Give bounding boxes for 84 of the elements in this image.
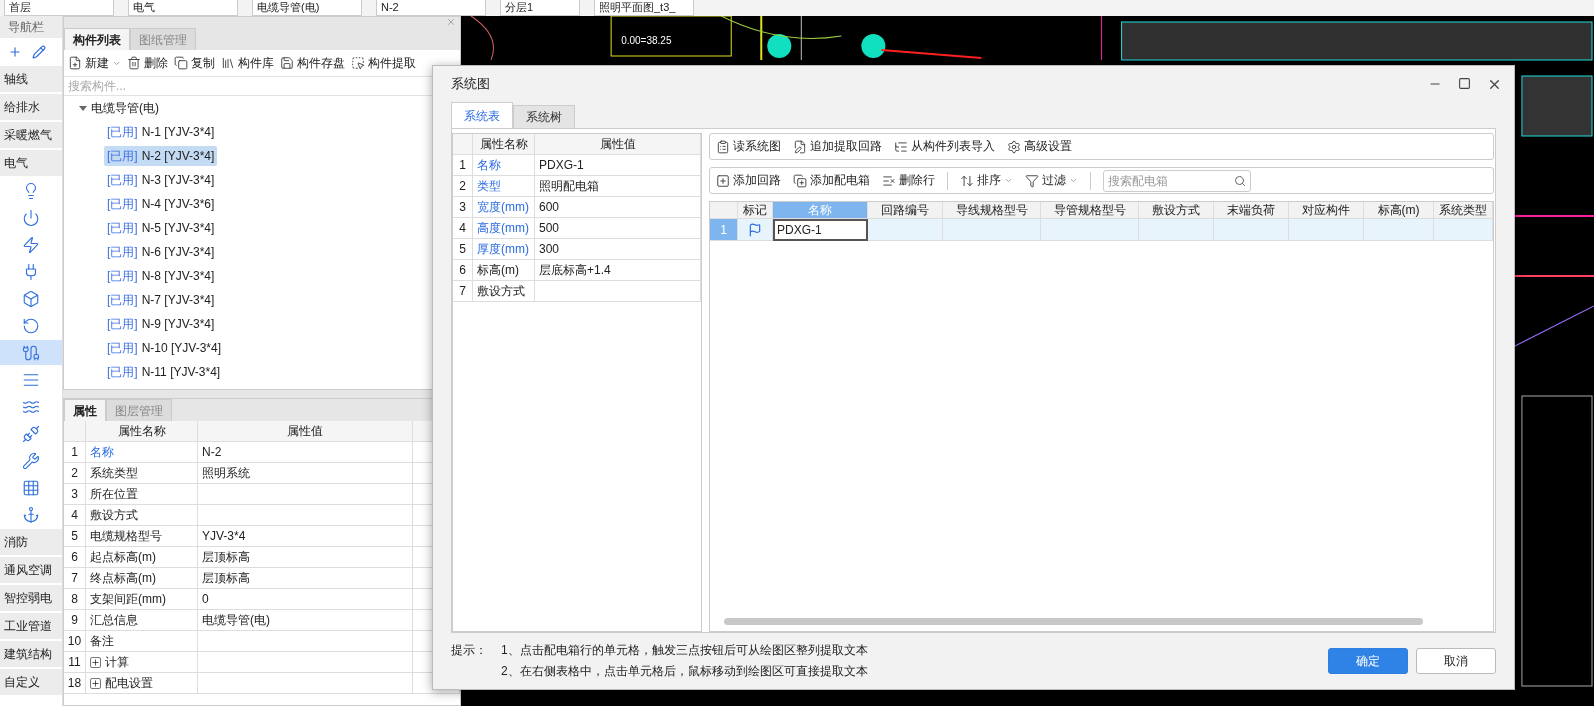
row-number: 2 [453,176,473,197]
item-label: N-1 [YJV-3*4] [141,125,215,139]
row-number: 4 [64,505,86,526]
row-number: 7 [453,281,473,302]
row-number: 4 [453,218,473,239]
row-number: 11 [64,652,86,673]
row-number: 6 [64,547,86,568]
item-label: N-7 [YJV-3*4] [141,293,215,307]
row-number: 5 [453,239,473,260]
property-value: 层顶标高 [198,547,413,568]
status-tag: [已用] [107,171,138,189]
property-value: 层底标高+1.4 [535,260,701,281]
property-value: 0 [198,589,413,610]
row-number: 1 [64,442,86,463]
row-number: 8 [64,589,86,610]
property-name: 起点标高(m) [86,547,198,568]
property-name: 类型 [473,176,535,197]
property-value: YJV-3*4 [198,526,413,547]
item-label: N-9 [YJV-3*4] [141,317,215,331]
status-tag: [已用] [107,339,138,357]
status-tag: [已用] [107,219,138,237]
status-tag: [已用] [107,243,138,261]
item-label: N-11 [YJV-3*4] [141,365,221,379]
row-number: 7 [64,568,86,589]
property-name: 高度(mm) [473,218,535,239]
row-number: 3 [64,484,86,505]
row-number: 9 [64,610,86,631]
property-value: 照明系统 [198,463,413,484]
property-value: N-2 [198,442,413,463]
property-name: 厚度(mm) [473,239,535,260]
property-name: 名称 [86,442,198,463]
property-value: 层顶标高 [198,568,413,589]
property-name: 配电设置 [86,673,198,694]
hint-text: 1、点击配电箱行的单元格，触发三点按钮后可从绘图区整列提取文本 [501,642,868,659]
property-name: 终点标高(m) [86,568,198,589]
item-label: N-10 [YJV-3*4] [141,341,222,355]
status-tag: [已用] [107,315,138,333]
hint-label: 提示： [451,642,487,659]
property-name: 计算 [86,652,198,673]
row-number: 5 [64,526,86,547]
item-label: N-5 [YJV-3*4] [141,221,215,235]
column-header: 属性名称 [86,421,198,442]
item-label: N-2 [YJV-3*4] [141,149,215,163]
row-number: 3 [453,197,473,218]
column-header: 属性名称 [473,134,535,155]
status-tag: [已用] [107,147,138,165]
item-label: N-8 [YJV-3*4] [141,269,215,283]
property-name: 宽度(mm) [473,197,535,218]
property-value: PDXG-1 [535,155,701,176]
property-name: 备注 [86,631,198,652]
property-value: 照明配电箱 [535,176,701,197]
hint-text: 2、在右侧表格中，点击单元格后，鼠标移动到绘图区可直接提取文本 [501,663,868,680]
elevation-label: 0.00=38.25 [621,35,672,46]
column-header: 属性值 [535,134,701,155]
row-number: 10 [64,631,86,652]
property-name: 电缆规格型号 [86,526,198,547]
status-tag: [已用] [107,195,138,213]
status-tag: [已用] [107,267,138,285]
status-tag: [已用] [107,291,138,309]
column-header: 属性值 [198,421,413,442]
status-tag: [已用] [107,123,138,141]
row-number: 2 [64,463,86,484]
row-number: 1 [453,155,473,176]
property-value: 300 [535,239,701,260]
property-name: 敷设方式 [473,281,535,302]
property-name: 系统类型 [86,463,198,484]
property-name: 汇总信息 [86,610,198,631]
status-tag: [已用] [107,363,138,381]
property-name: 敷设方式 [86,505,198,526]
row-number: 6 [453,260,473,281]
table-cell: PDXG-1 [773,219,868,241]
item-label: N-6 [YJV-3*4] [141,245,215,259]
property-value: 500 [535,218,701,239]
panel-title: 导航栏 [0,16,62,38]
property-value: 600 [535,197,701,218]
row-number: 18 [64,673,86,694]
item-label: N-4 [YJV-3*6] [141,197,215,211]
property-value: 电缆导管(电) [198,610,413,631]
property-name: 支架间距(mm) [86,589,198,610]
property-name: 标高(m) [473,260,535,281]
item-label: N-3 [YJV-3*4] [141,173,215,187]
property-name: 名称 [473,155,535,176]
property-name: 所在位置 [86,484,198,505]
row-number: 1 [710,219,738,241]
